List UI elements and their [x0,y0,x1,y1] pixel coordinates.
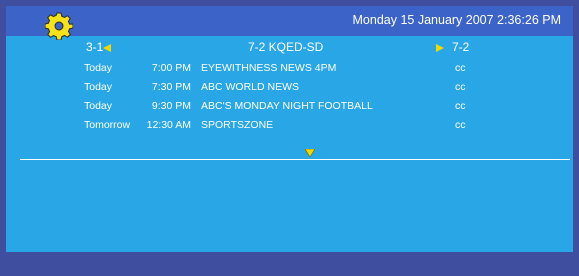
program-list: Today 7:00 PM EYEWITHNESS NEWS 4PM cc To… [6,58,573,134]
program-title: ABC'S MONDAY NIGHT FOOTBALL [201,100,373,112]
datetime-display: Monday 15 January 2007 2:36:26 PM [352,13,561,27]
status-bar [0,252,579,276]
guide-window: Monday 15 January 2007 2:36:26 PM 3-1 7-… [0,0,579,276]
program-day: Today [84,62,113,74]
current-channel: 7-2 KQED-SD [248,40,324,54]
closed-caption-badge: cc [455,100,466,112]
program-day: Today [84,100,113,112]
closed-caption-badge: cc [455,81,466,93]
program-time: 7:30 PM [151,81,191,93]
scroll-down-arrow-icon[interactable] [305,149,315,157]
program-row[interactable]: Today 7:00 PM EYEWITHNESS NEWS 4PM cc [6,58,573,77]
program-time: 12:30 AM [146,119,191,131]
closed-caption-badge: cc [455,119,466,131]
guide-panel: Monday 15 January 2007 2:36:26 PM 3-1 7-… [6,6,573,252]
gear-icon[interactable] [45,12,73,40]
program-row[interactable]: Today 9:30 PM ABC'S MONDAY NIGHT FOOTBAL… [6,96,573,115]
program-title: SPORTSZONE [201,119,274,131]
program-time: 9:30 PM [151,100,191,112]
closed-caption-badge: cc [455,62,466,74]
right-arrow-icon[interactable] [436,44,444,52]
program-time: 7:00 PM [151,62,191,74]
header-bar: Monday 15 January 2007 2:36:26 PM [6,6,573,36]
program-title: ABC WORLD NEWS [201,81,300,93]
program-row[interactable]: Today 7:30 PM ABC WORLD NEWS cc [6,77,573,96]
left-arrow-icon[interactable] [103,44,111,52]
program-title: EYEWITHNESS NEWS 4PM [201,62,337,74]
program-day: Today [84,81,113,93]
program-row[interactable]: Tomorrow 12:30 AM SPORTSZONE cc [6,115,573,134]
previous-channel[interactable]: 3-1 [86,40,103,54]
program-day: Tomorrow [84,119,131,131]
next-channel[interactable]: 7-2 [452,40,469,54]
divider-line [20,159,570,160]
channel-navigator: 3-1 7-2 KQED-SD 7-2 [6,36,573,56]
